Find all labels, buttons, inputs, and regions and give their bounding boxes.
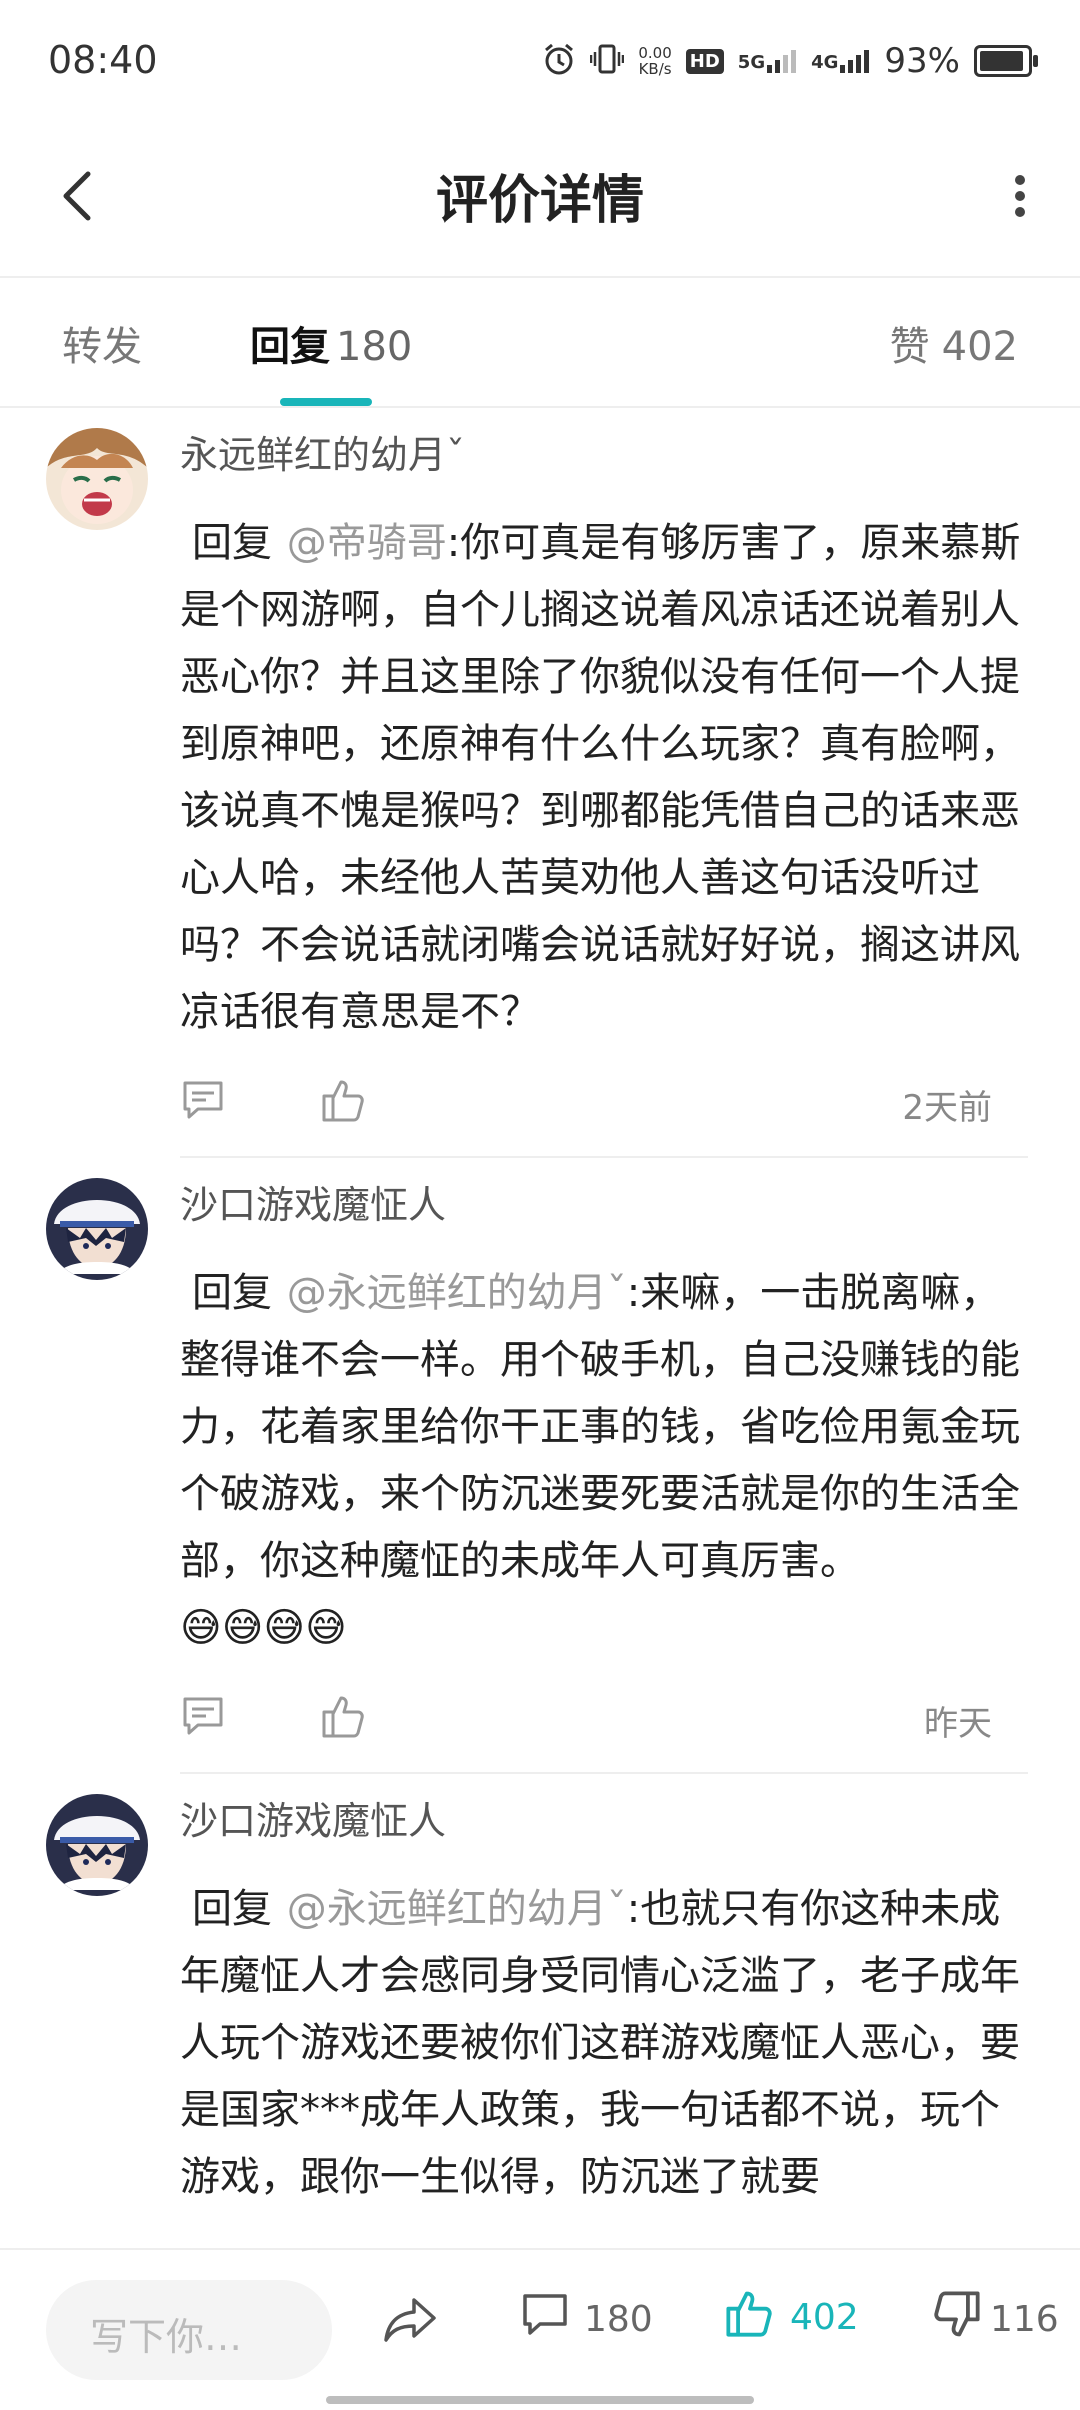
comment-item: 永远鲜红的幼月ˇ 回复 @帝骑哥:你可真是有够厉害了，原来慕斯是个网游啊，自个儿… — [0, 408, 1080, 1158]
tab-like-label: 赞 — [889, 324, 930, 370]
mention-link[interactable]: @帝骑哥 — [287, 520, 447, 566]
thumbs-down-icon — [930, 2288, 982, 2351]
comment-actions: 2天前 — [180, 1056, 1038, 1156]
comment-item: 沙口游戏魔怔人 回复 @永远鲜红的幼月ˇ:也就只有你这种未成年魔怔人才会感同身受… — [0, 1774, 1080, 2211]
vibrate-icon — [590, 42, 625, 80]
like-count: 402 — [790, 2297, 859, 2338]
page-title: 评价详情 — [435, 171, 644, 231]
hd-icon: HD — [685, 48, 724, 74]
reply-button[interactable] — [180, 1078, 226, 1128]
comment-input[interactable]: 写下你… — [46, 2280, 332, 2380]
tab-like-count: 402 — [941, 324, 1018, 370]
status-icons: 0.00 KB/s HD 5G 4G 93% — [542, 36, 1038, 86]
like-button[interactable] — [320, 1076, 368, 1128]
share-button[interactable] — [382, 2294, 438, 2350]
tab-bar: 转发 回复 180 赞 402 — [0, 278, 1080, 408]
battery-fill — [980, 51, 1023, 71]
comment-time: 昨天 — [924, 1704, 992, 1744]
dislike-button[interactable]: 116 — [930, 2288, 1059, 2351]
signal-4g-icon: 4G — [811, 49, 870, 73]
comment-username[interactable]: 沙口游戏魔怔人 — [180, 1774, 1038, 1846]
bottom-action-bar: 写下你… 180 402 116 — [0, 2248, 1080, 2410]
tab-forward-label: 转发 — [62, 324, 142, 370]
active-tab-indicator — [280, 398, 372, 406]
comment-content: 回复 @永远鲜红的幼月ˇ:来嘛，一击脱离嘛，整得谁不会一样。用个破手机，自己没赚… — [180, 1260, 1038, 1662]
avatar[interactable] — [46, 428, 148, 530]
tab-reply-count: 180 — [336, 324, 413, 370]
reply-prefix: 回复 — [192, 1270, 272, 1316]
comment-username[interactable]: 沙口游戏魔怔人 — [180, 1158, 1038, 1230]
more-vertical-icon — [1014, 174, 1026, 222]
battery-icon — [974, 45, 1038, 77]
like-button[interactable] — [320, 1692, 368, 1744]
comment-username[interactable]: 永远鲜红的幼月ˇ — [180, 408, 1038, 480]
battery-percent: 93% — [884, 41, 960, 81]
share-icon — [382, 2298, 438, 2350]
comment-content: 回复 @帝骑哥:你可真是有够厉害了，原来慕斯是个网游啊，自个儿搁这说着风凉话还说… — [180, 510, 1038, 1046]
avatar[interactable] — [46, 1794, 148, 1896]
tab-reply[interactable]: 回复 180 — [250, 314, 412, 372]
comment-button[interactable]: 180 — [520, 2290, 653, 2349]
comment-time: 2天前 — [902, 1088, 992, 1128]
comment-content: 回复 @永远鲜红的幼月ˇ:也就只有你这种未成年魔怔人才会感同身受同情心泛滥了，老… — [180, 1876, 1038, 2211]
reply-prefix: 回复 — [192, 1886, 272, 1932]
reply-button[interactable] — [180, 1694, 226, 1744]
app-header: 评价详情 — [0, 120, 1080, 278]
mention-link[interactable]: @永远鲜红的幼月ˇ — [287, 1886, 627, 1932]
thumbs-up-icon — [320, 1696, 368, 1744]
comment-item: 沙口游戏魔怔人 回复 @永远鲜红的幼月ˇ:来嘛，一击脱离嘛，整得谁不会一样。用个… — [0, 1158, 1080, 1774]
tab-like[interactable]: 赞 402 — [890, 314, 1018, 372]
alarm-icon — [542, 42, 576, 80]
comment-text: :来嘛，一击脱离嘛，整得谁不会一样。用个破手机，自己没赚钱的能力，花着家里给你干… — [180, 1270, 1020, 1584]
like-button[interactable]: 402 — [724, 2286, 859, 2349]
avatar[interactable] — [46, 1178, 148, 1280]
more-options-button[interactable] — [990, 160, 1050, 236]
signal-5g-icon: 5G — [738, 49, 797, 73]
mention-link[interactable]: @永远鲜红的幼月ˇ — [287, 1270, 627, 1316]
comment-text: :也就只有你这种未成年魔怔人才会感同身受同情心泛滥了，老子成年人玩个游戏还要被你… — [180, 1886, 1020, 2200]
thumbs-up-icon — [320, 1080, 368, 1128]
comment-icon — [180, 1081, 226, 1128]
reply-prefix: 回复 — [192, 520, 272, 566]
comment-count: 180 — [584, 2299, 653, 2340]
home-indicator[interactable] — [326, 2396, 754, 2404]
thumbs-up-icon — [724, 2286, 776, 2349]
comment-actions: 昨天 — [180, 1672, 1038, 1772]
comment-icon — [520, 2290, 570, 2349]
dislike-count: 116 — [990, 2299, 1059, 2340]
tab-forward[interactable]: 转发 — [62, 314, 142, 372]
comment-emojis: 😅😅😅😅 — [180, 1605, 347, 1651]
status-time: 08:40 — [48, 38, 158, 82]
tab-reply-label: 回复 — [250, 324, 330, 370]
comment-input-placeholder: 写下你… — [90, 2315, 243, 2359]
comment-text: :你可真是有够厉害了，原来慕斯是个网游啊，自个儿搁这说着风凉话还说着别人恶心你？… — [180, 520, 1021, 1035]
comment-list: 永远鲜红的幼月ˇ 回复 @帝骑哥:你可真是有够厉害了，原来慕斯是个网游啊，自个儿… — [0, 408, 1080, 2248]
comment-icon — [180, 1697, 226, 1744]
status-bar: 08:40 0.00 KB/s HD 5G 4G 93% — [0, 0, 1080, 120]
net-speed: 0.00 KB/s — [638, 44, 672, 78]
